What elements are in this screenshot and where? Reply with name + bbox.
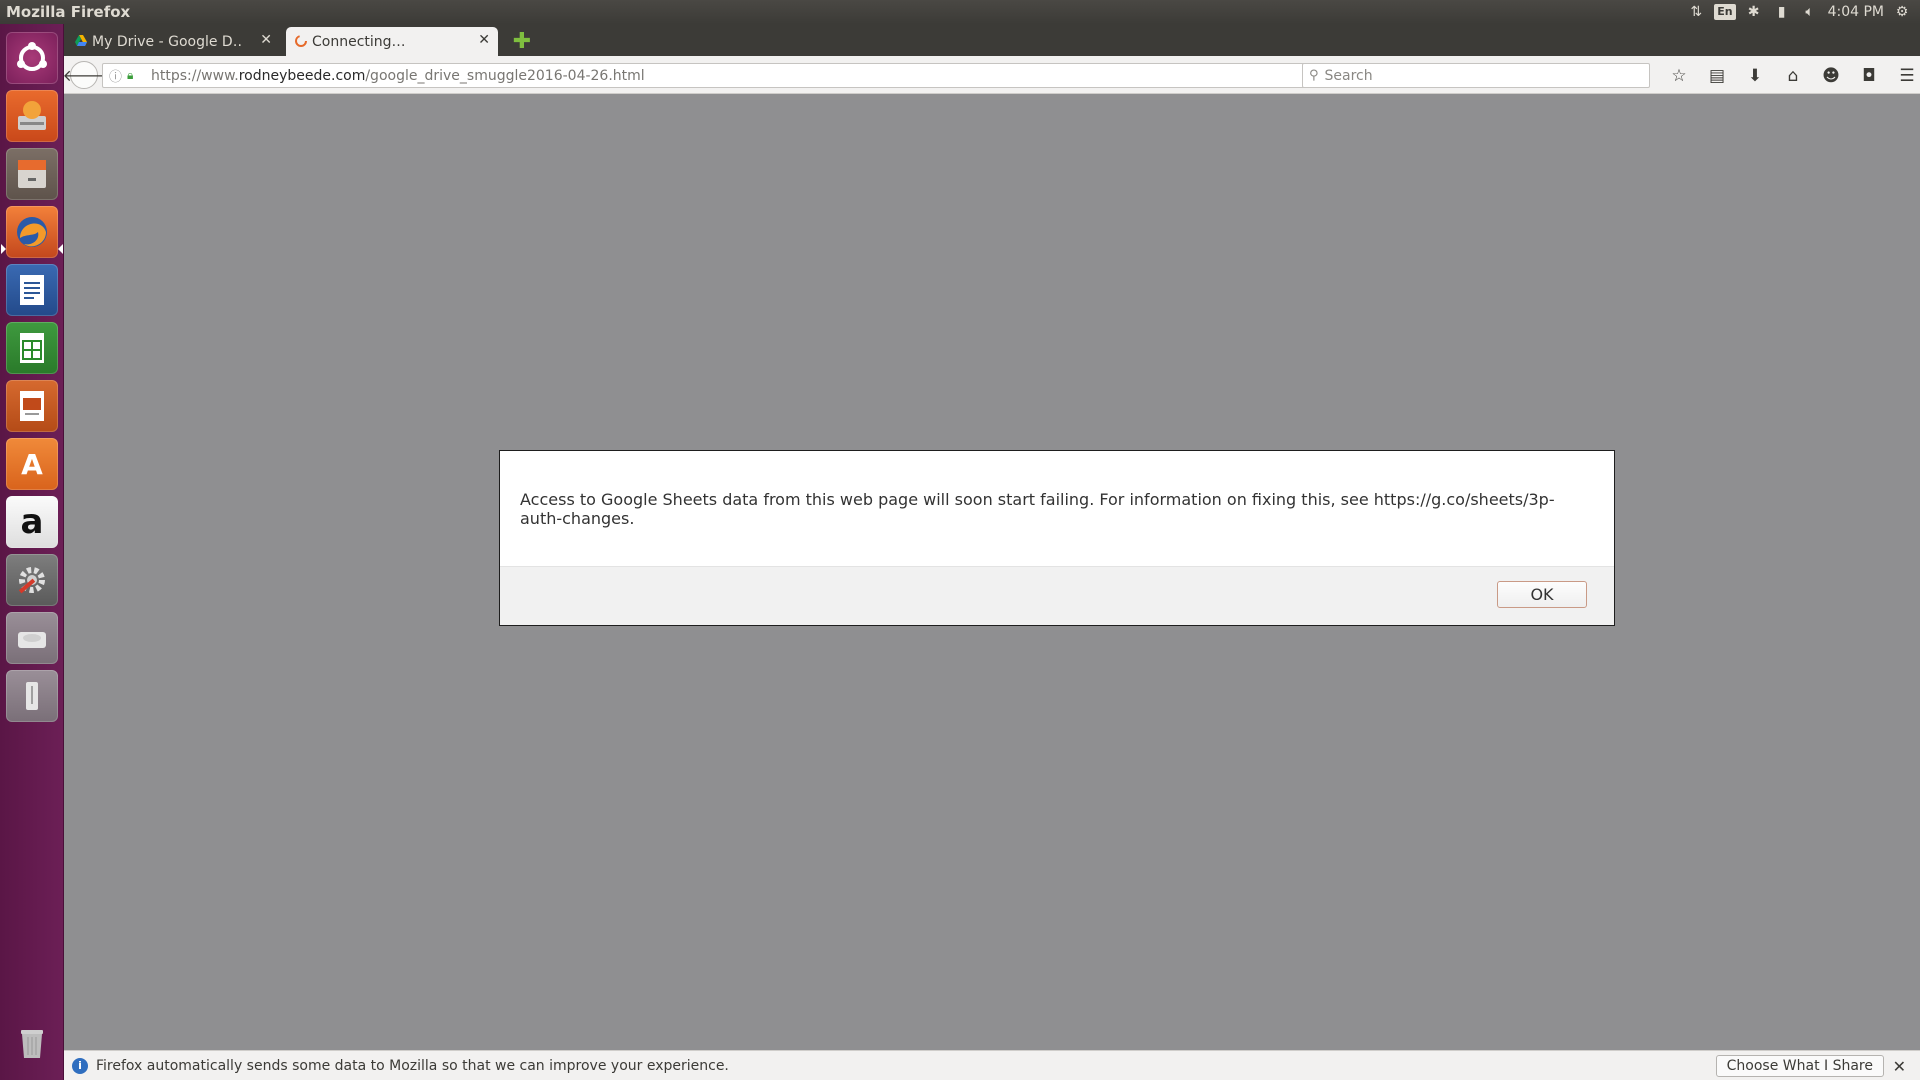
indicator-area: ⇅ En ✱ ▮ 🔈︎ 4:04 PM ⚙	[1682, 0, 1916, 24]
toolbar-buttons: ☆ ▤ ⬇ ⌂ ☻ ◘ ☰	[1660, 63, 1920, 88]
url-text: https://www.rodneybeede.com/google_drive…	[151, 68, 645, 84]
notification-bar: i Firefox automatically sends some data …	[64, 1050, 1920, 1080]
alert-footer: OK	[500, 566, 1614, 625]
battery-icon[interactable]: ▮	[1768, 0, 1796, 24]
bluetooth-icon[interactable]: ✱	[1740, 0, 1768, 24]
site-info-icon[interactable]: ⓘ	[109, 66, 127, 85]
unity-launcher: A a	[0, 24, 64, 1080]
focused-indicator	[58, 244, 63, 254]
usb-drive-button[interactable]	[6, 670, 58, 722]
session-gear-icon[interactable]: ⚙	[1888, 0, 1916, 24]
amazon-button[interactable]: a	[6, 496, 58, 548]
trash-icon	[21, 1030, 43, 1058]
files-button[interactable]	[6, 148, 58, 200]
firefox-icon	[17, 217, 47, 247]
url-path: /google_drive_smuggle2016-04-26.html	[365, 67, 645, 84]
back-button[interactable]: 🡐	[63, 61, 105, 89]
pocket-icon[interactable]: ◘	[1850, 63, 1888, 88]
file-cabinet-icon	[18, 160, 46, 188]
search-icon: ⚲	[1309, 68, 1319, 83]
info-icon: i	[72, 1057, 88, 1074]
choose-what-i-share-button[interactable]: Choose What I Share	[1715, 1055, 1884, 1077]
hamburger-menu-icon[interactable]: ☰	[1888, 63, 1920, 88]
bookmarks-menu-icon[interactable]: ▤	[1698, 63, 1736, 88]
url-prefix: https://www.	[151, 67, 239, 84]
tab-close-icon[interactable]: ✕	[478, 32, 490, 48]
google-drive-icon	[75, 35, 87, 46]
hard-drive-icon	[18, 632, 46, 648]
back-arrow-icon: 🡐	[62, 66, 106, 85]
ubuntu-logo-icon	[17, 42, 47, 71]
navigation-toolbar: 🡐 ⓘ 🔒︎ https://www.rodneybeede.com/googl…	[63, 56, 1920, 94]
alert-dialog: Access to Google Sheets data from this w…	[499, 450, 1615, 626]
tab-close-icon[interactable]: ✕	[260, 32, 272, 48]
calc-icon	[20, 333, 44, 363]
tab-bar: My Drive - Google D… ✕ Connecting… ✕ ✚	[64, 24, 1920, 56]
tab-label: My Drive - Google D…	[92, 33, 242, 50]
bookmark-star-icon[interactable]: ☆	[1660, 63, 1698, 88]
clock[interactable]: 4:04 PM	[1824, 0, 1888, 24]
volume-icon[interactable]: 🔈︎	[1796, 0, 1824, 24]
keyboard-layout-indicator[interactable]: En	[1710, 0, 1739, 24]
software-center-button[interactable]: A	[6, 438, 58, 490]
writer-button[interactable]	[6, 264, 58, 316]
alert-message: Access to Google Sheets data from this w…	[520, 490, 1555, 528]
notification-text: Firefox automatically sends some data to…	[96, 1057, 729, 1074]
tab-label: Connecting…	[312, 33, 406, 50]
dash-home-button[interactable]	[6, 32, 58, 84]
calc-button[interactable]	[6, 322, 58, 374]
installer-button[interactable]	[6, 90, 58, 142]
window-title: Mozilla Firefox	[6, 3, 131, 21]
installer-icon	[18, 101, 46, 130]
hello-chat-icon[interactable]: ☻	[1812, 63, 1850, 88]
system-settings-button[interactable]	[6, 554, 58, 606]
usb-icon	[26, 682, 38, 710]
amazon-icon: a	[20, 502, 44, 542]
settings-icon	[18, 567, 45, 594]
search-input[interactable]: ⚲ Search	[1302, 63, 1650, 88]
shopping-bag-icon: A	[21, 447, 43, 481]
impress-icon	[20, 391, 44, 421]
downloads-icon[interactable]: ⬇	[1736, 63, 1774, 88]
ok-button[interactable]: OK	[1497, 581, 1587, 608]
top-panel: Mozilla Firefox ⇅ En ✱ ▮ 🔈︎ 4:04 PM ⚙	[0, 0, 1920, 24]
hard-drive-button[interactable]	[6, 612, 58, 664]
search-placeholder: Search	[1324, 67, 1373, 84]
network-icon[interactable]: ⇅	[1682, 0, 1710, 24]
home-icon[interactable]: ⌂	[1774, 63, 1812, 88]
loading-spinner-icon	[295, 35, 307, 47]
tab-connecting[interactable]: Connecting… ✕	[286, 27, 498, 56]
url-domain: rodneybeede.com	[238, 67, 366, 84]
impress-button[interactable]	[6, 380, 58, 432]
notification-close-icon[interactable]: ✕	[1893, 1057, 1906, 1076]
url-bar[interactable]: ⓘ 🔒︎ https://www.rodneybeede.com/google_…	[102, 63, 1334, 88]
new-tab-button[interactable]: ✚	[508, 27, 536, 55]
trash-button[interactable]	[6, 1016, 58, 1068]
page-content: Access to Google Sheets data from this w…	[64, 95, 1920, 1050]
firefox-button[interactable]	[6, 206, 58, 258]
lock-icon[interactable]: 🔒︎	[127, 68, 143, 83]
tab-my-drive[interactable]: My Drive - Google D… ✕	[66, 27, 280, 56]
writer-icon	[20, 275, 44, 305]
